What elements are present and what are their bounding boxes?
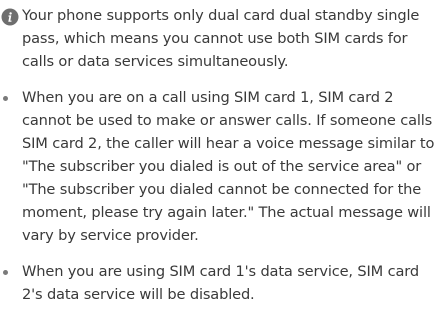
bullet-dot [3,270,8,275]
bullet-text-line: When you are using SIM card 1's data ser… [22,263,419,280]
bullet-item: When you are using SIM card 1's data ser… [0,260,443,306]
note-text-line: calls or data services simultaneously. [22,53,289,70]
bullet-text-line: "The subscriber you dialed is out of the… [22,158,422,175]
bullet-item: When you are on a call using SIM card 1,… [0,86,443,247]
note-block: Your phone supports only dual card dual … [0,4,443,73]
note-text-line: pass, which means you cannot use both SI… [22,30,408,47]
bullet-text-line: cannot be used to make or answer calls. … [22,112,433,129]
bullet-text-line: When you are on a call using SIM card 1,… [22,89,394,106]
note-text-line: Your phone supports only dual card dual … [22,7,420,24]
bullet-text-line: "The subscriber you dialed cannot be con… [22,181,422,198]
bullet-text-line: SIM card 2, the caller will hear a voice… [22,135,435,152]
bullet-dot [3,96,8,101]
document-page: Your phone supports only dual card dual … [0,0,443,333]
info-icon [1,8,19,26]
bullet-text-line: vary by service provider. [22,227,199,244]
bullet-text-line: 2's data service will be disabled. [22,286,255,303]
bullet-text-line: moment, please try again later." The act… [22,204,431,221]
